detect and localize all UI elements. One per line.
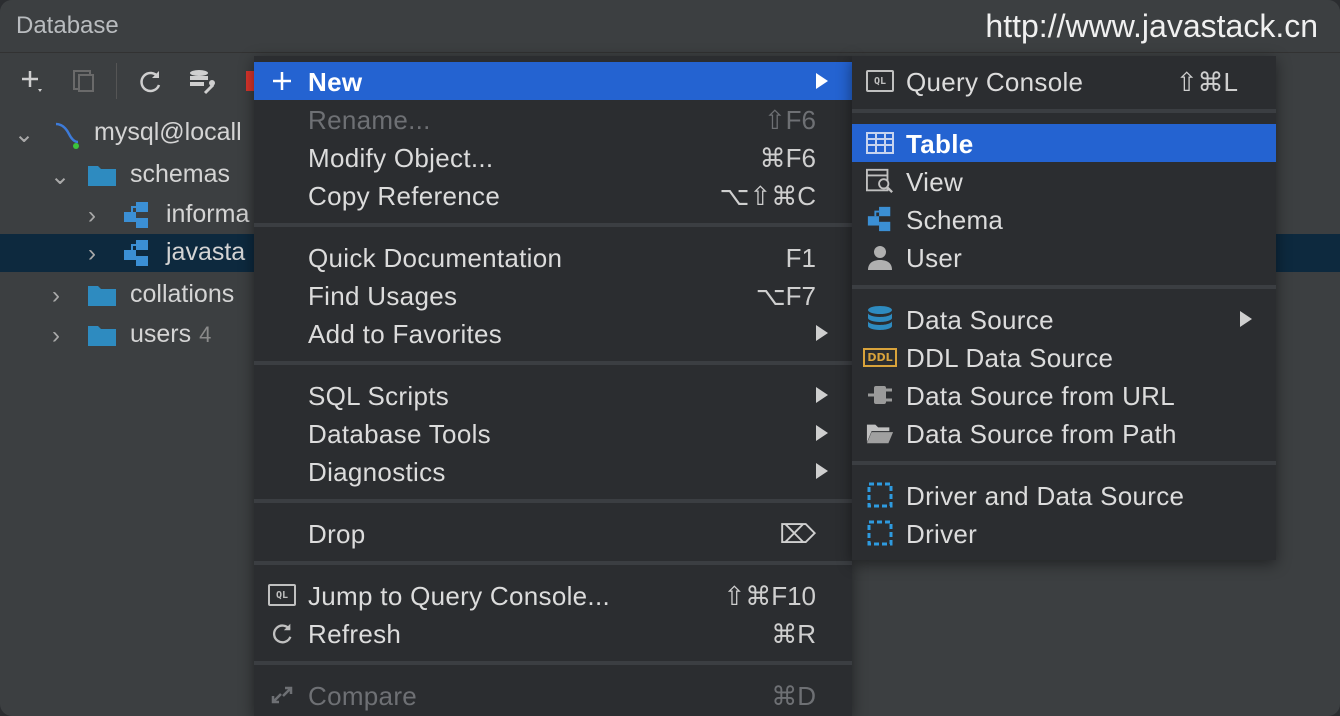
schema-icon <box>122 200 152 235</box>
compare-icon <box>268 681 296 709</box>
chevron-down-icon[interactable]: ⌄ <box>14 120 34 149</box>
menu-item-quick-documentation[interactable]: Quick Documentation F1 <box>254 238 852 276</box>
view-icon <box>866 167 894 195</box>
tool-window-title: Database <box>16 12 119 39</box>
menu-separator <box>852 109 1276 113</box>
menu-item-modify-object[interactable]: Modify Object... ⌘F6 <box>254 138 852 176</box>
delete-key-icon: ⌦ <box>779 519 816 549</box>
driver-icon <box>866 519 894 547</box>
submenu-item-view[interactable]: View <box>852 162 1276 200</box>
query-console-icon: QL <box>866 67 894 95</box>
refresh-icon[interactable] <box>134 65 166 97</box>
menu-item-database-tools[interactable]: Database Tools <box>254 414 852 452</box>
submenu-arrow-icon <box>816 73 828 89</box>
plus-icon <box>268 67 296 95</box>
folder-icon <box>88 164 116 186</box>
data-source-properties-icon[interactable] <box>186 65 218 97</box>
tree-label-users: users 4 <box>130 320 212 348</box>
menu-separator <box>852 461 1276 465</box>
table-icon <box>866 129 894 157</box>
tree-label-schemas: schemas <box>130 160 231 188</box>
tree-label-schema-information: informa <box>166 200 250 228</box>
submenu-item-table[interactable]: Table <box>852 124 1276 162</box>
menu-item-drop[interactable]: Drop ⌦ <box>254 514 852 552</box>
mysql-icon <box>50 118 82 150</box>
add-icon[interactable] <box>16 65 48 97</box>
database-icon <box>866 305 894 333</box>
tree-label-root: mysql@locall <box>94 118 242 146</box>
menu-separator <box>254 361 852 365</box>
submenu-item-data-source[interactable]: Data Source <box>852 300 1276 338</box>
user-icon <box>866 243 894 271</box>
folder-icon <box>88 284 116 306</box>
menu-item-new[interactable]: New <box>254 62 852 100</box>
menu-item-rename[interactable]: Rename... ⇧F6 <box>254 100 852 138</box>
menu-item-sql-scripts[interactable]: SQL Scripts <box>254 376 852 414</box>
menu-separator <box>852 285 1276 289</box>
chevron-right-icon[interactable]: › <box>88 202 96 230</box>
menu-item-compare[interactable]: Compare ⌘D <box>254 676 852 714</box>
chevron-right-icon[interactable]: › <box>52 282 60 310</box>
submenu-item-driver[interactable]: Driver <box>852 514 1276 552</box>
plug-icon <box>866 381 894 409</box>
submenu-arrow-icon <box>816 425 828 441</box>
menu-item-refresh[interactable]: Refresh ⌘R <box>254 614 852 652</box>
users-count: 4 <box>199 322 212 347</box>
schema-icon <box>122 238 152 273</box>
schema-icon <box>866 205 894 233</box>
submenu-arrow-icon <box>816 325 828 341</box>
chevron-down-icon[interactable]: ⌄ <box>50 162 70 191</box>
tree-label-collations: collations <box>130 280 235 308</box>
menu-item-add-to-favorites[interactable]: Add to Favorites <box>254 314 852 352</box>
toolbar <box>0 53 266 109</box>
folder-icon <box>88 324 116 346</box>
menu-item-jump-to-query-console[interactable]: QL Jump to Query Console... ⇧⌘F10 <box>254 576 852 614</box>
submenu-item-ddl-data-source[interactable]: DDL DDL Data Source <box>852 338 1276 376</box>
submenu-item-user[interactable]: User <box>852 238 1276 276</box>
submenu-item-query-console[interactable]: QL Query Console ⇧⌘L <box>852 62 1276 100</box>
submenu-arrow-icon <box>816 463 828 479</box>
menu-separator <box>254 223 852 227</box>
ddl-icon: DDL <box>863 343 897 371</box>
toolbar-separator <box>116 63 117 99</box>
chevron-right-icon[interactable]: › <box>52 322 60 350</box>
menu-separator <box>254 499 852 503</box>
menu-separator <box>254 561 852 565</box>
menu-item-diagnostics[interactable]: Diagnostics <box>254 452 852 490</box>
menu-item-find-usages[interactable]: Find Usages ⌥F7 <box>254 276 852 314</box>
open-folder-icon <box>866 419 894 447</box>
new-submenu: QL Query Console ⇧⌘L Table View Schema U… <box>852 56 1276 560</box>
tree-label-schema-javastack: javasta <box>166 238 246 266</box>
query-console-icon: QL <box>268 581 296 609</box>
submenu-arrow-icon <box>816 387 828 403</box>
refresh-icon <box>268 619 296 647</box>
tool-window-header: Database http://www.javastack.cn <box>0 0 1340 53</box>
submenu-item-schema[interactable]: Schema <box>852 200 1276 238</box>
menu-item-copy-reference[interactable]: Copy Reference ⌥⇧⌘C <box>254 176 852 214</box>
submenu-arrow-icon <box>1240 311 1252 327</box>
submenu-item-driver-and-data-source[interactable]: Driver and Data Source <box>852 476 1276 514</box>
duplicate-icon[interactable] <box>68 65 100 97</box>
database-tool-window: Database http://www.javastack.cn ⌄ mysql… <box>0 0 1340 716</box>
submenu-item-data-source-from-url[interactable]: Data Source from URL <box>852 376 1276 414</box>
menu-separator <box>254 661 852 665</box>
submenu-item-data-source-from-path[interactable]: Data Source from Path <box>852 414 1276 452</box>
context-menu: New Rename... ⇧F6 Modify Object... ⌘F6 C… <box>254 56 852 716</box>
driver-icon <box>866 481 894 509</box>
watermark-url: http://www.javastack.cn <box>985 8 1318 44</box>
chevron-right-icon[interactable]: › <box>88 240 96 268</box>
